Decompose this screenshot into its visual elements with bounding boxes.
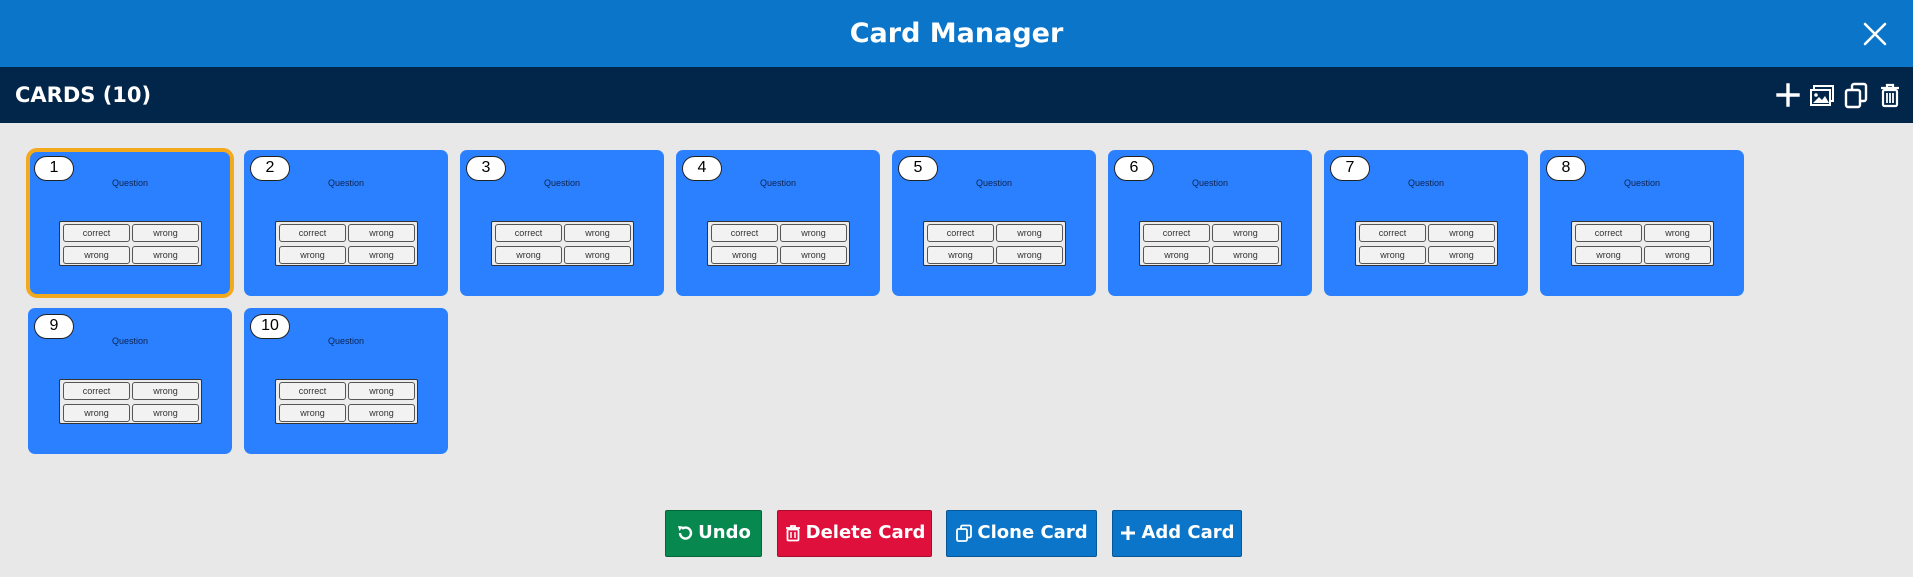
clone-card-button[interactable]: Clone Card bbox=[946, 510, 1097, 557]
toolbar-clone-button[interactable] bbox=[1842, 81, 1870, 109]
card-5[interactable]: 5 Question correct wrong wrong wrong bbox=[892, 150, 1096, 296]
card-answers-panel: correct wrong wrong wrong bbox=[491, 221, 634, 266]
card-answers-panel: correct wrong wrong wrong bbox=[59, 379, 202, 424]
close-icon bbox=[1863, 22, 1887, 46]
delete-card-button[interactable]: Delete Card bbox=[777, 510, 932, 557]
card-answer-1: correct bbox=[63, 382, 130, 400]
close-button[interactable] bbox=[1859, 18, 1891, 50]
card-answer-4: wrong bbox=[1212, 246, 1279, 264]
card-8[interactable]: 8 Question correct wrong wrong wrong bbox=[1540, 150, 1744, 296]
cards-toolbar: CARDS (10) bbox=[0, 67, 1913, 123]
card-question: Question bbox=[1191, 178, 1229, 188]
undo-label: Undo bbox=[698, 522, 751, 543]
card-answers-panel: correct wrong wrong wrong bbox=[275, 221, 418, 266]
card-question: Question bbox=[1623, 178, 1661, 188]
toolbar-delete-button[interactable] bbox=[1876, 81, 1904, 109]
card-answer-1: correct bbox=[1143, 224, 1210, 242]
card-question: Question bbox=[1407, 178, 1445, 188]
card-answer-2: wrong bbox=[348, 224, 415, 242]
card-answer-4: wrong bbox=[348, 404, 415, 422]
card-answer-1: correct bbox=[1359, 224, 1426, 242]
card-answer-4: wrong bbox=[996, 246, 1063, 264]
card-question: Question bbox=[111, 178, 149, 188]
card-answers-panel: correct wrong wrong wrong bbox=[923, 221, 1066, 266]
delete-card-label: Delete Card bbox=[805, 522, 926, 543]
toolbar-add-button[interactable] bbox=[1774, 81, 1802, 109]
card-answer-3: wrong bbox=[495, 246, 562, 264]
card-answer-1: correct bbox=[1575, 224, 1642, 242]
clone-icon bbox=[1844, 82, 1868, 109]
card-2[interactable]: 2 Question correct wrong wrong wrong bbox=[244, 150, 448, 296]
card-answer-3: wrong bbox=[927, 246, 994, 264]
card-10[interactable]: 10 Question correct wrong wrong wrong bbox=[244, 308, 448, 454]
card-answer-1: correct bbox=[63, 224, 130, 242]
card-answer-3: wrong bbox=[279, 246, 346, 264]
title-bar: Card Manager bbox=[0, 0, 1913, 67]
add-card-button[interactable]: Add Card bbox=[1112, 510, 1242, 557]
toolbar-image-button[interactable] bbox=[1808, 81, 1836, 109]
add-card-label: Add Card bbox=[1141, 522, 1235, 543]
card-1[interactable]: 1 Question correct wrong wrong wrong bbox=[26, 148, 234, 298]
card-answer-1: correct bbox=[279, 382, 346, 400]
clone-card-label: Clone Card bbox=[977, 522, 1088, 543]
undo-icon bbox=[678, 525, 693, 540]
card-answers-panel: correct wrong wrong wrong bbox=[275, 379, 418, 424]
plus-icon bbox=[1776, 83, 1800, 107]
card-answer-2: wrong bbox=[996, 224, 1063, 242]
card-answer-3: wrong bbox=[63, 404, 130, 422]
card-answer-4: wrong bbox=[132, 404, 199, 422]
card-answer-4: wrong bbox=[1644, 246, 1711, 264]
card-answer-2: wrong bbox=[132, 224, 199, 242]
card-answers-panel: correct wrong wrong wrong bbox=[1139, 221, 1282, 266]
card-answer-2: wrong bbox=[1212, 224, 1279, 242]
trash-icon bbox=[785, 524, 800, 541]
card-answer-4: wrong bbox=[1428, 246, 1495, 264]
card-answer-2: wrong bbox=[348, 382, 415, 400]
window-title: Card Manager bbox=[849, 18, 1064, 49]
card-3[interactable]: 3 Question correct wrong wrong wrong bbox=[460, 150, 664, 296]
card-answer-3: wrong bbox=[63, 246, 130, 264]
plus-icon bbox=[1121, 525, 1136, 540]
card-answer-2: wrong bbox=[564, 224, 631, 242]
card-answers-panel: correct wrong wrong wrong bbox=[59, 221, 202, 266]
clone-icon bbox=[956, 524, 973, 542]
card-question: Question bbox=[111, 336, 149, 346]
card-answers-panel: correct wrong wrong wrong bbox=[1571, 221, 1714, 266]
card-question: Question bbox=[759, 178, 797, 188]
card-answer-2: wrong bbox=[780, 224, 847, 242]
image-icon bbox=[1810, 85, 1834, 106]
card-answer-3: wrong bbox=[1143, 246, 1210, 264]
trash-icon bbox=[1881, 83, 1899, 108]
card-answers-panel: correct wrong wrong wrong bbox=[707, 221, 850, 266]
card-question: Question bbox=[327, 336, 365, 346]
card-answer-4: wrong bbox=[132, 246, 199, 264]
card-answer-2: wrong bbox=[1644, 224, 1711, 242]
card-answer-4: wrong bbox=[780, 246, 847, 264]
card-answer-1: correct bbox=[279, 224, 346, 242]
card-question: Question bbox=[543, 178, 581, 188]
card-answer-2: wrong bbox=[132, 382, 199, 400]
card-answer-2: wrong bbox=[1428, 224, 1495, 242]
card-answer-4: wrong bbox=[564, 246, 631, 264]
card-answer-3: wrong bbox=[1575, 246, 1642, 264]
undo-button[interactable]: Undo bbox=[665, 510, 762, 557]
card-answers-panel: correct wrong wrong wrong bbox=[1355, 221, 1498, 266]
card-answer-3: wrong bbox=[279, 404, 346, 422]
card-answer-1: correct bbox=[711, 224, 778, 242]
card-question: Question bbox=[975, 178, 1013, 188]
card-answer-4: wrong bbox=[348, 246, 415, 264]
card-9[interactable]: 9 Question correct wrong wrong wrong bbox=[28, 308, 232, 454]
card-answer-1: correct bbox=[495, 224, 562, 242]
card-answer-1: correct bbox=[927, 224, 994, 242]
card-4[interactable]: 4 Question correct wrong wrong wrong bbox=[676, 150, 880, 296]
card-answer-3: wrong bbox=[711, 246, 778, 264]
card-answer-3: wrong bbox=[1359, 246, 1426, 264]
cards-count-label: CARDS (10) bbox=[15, 83, 152, 107]
card-question: Question bbox=[327, 178, 365, 188]
card-7[interactable]: 7 Question correct wrong wrong wrong bbox=[1324, 150, 1528, 296]
card-6[interactable]: 6 Question correct wrong wrong wrong bbox=[1108, 150, 1312, 296]
